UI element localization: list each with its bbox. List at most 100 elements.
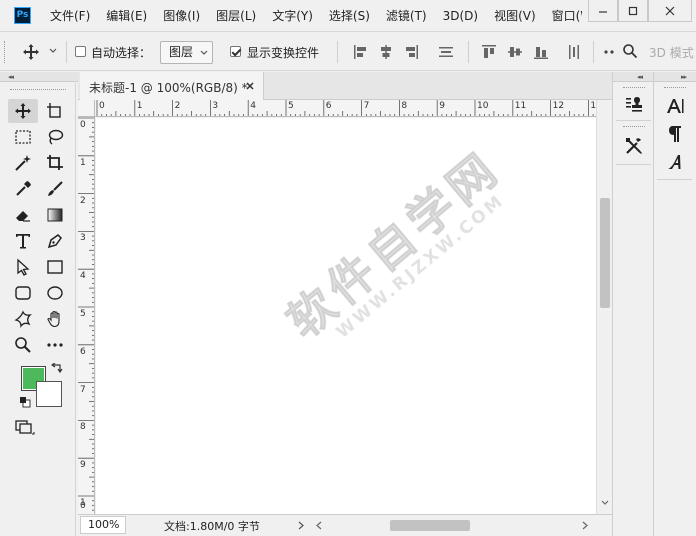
menu-image[interactable]: 图像(I) — [155, 0, 208, 32]
tools-panel-grip[interactable] — [10, 89, 66, 92]
panel-dock-header[interactable]: ◂◂ — [613, 72, 653, 82]
auto-select-target-select[interactable]: 图层 — [160, 41, 213, 64]
divider — [337, 41, 338, 63]
default-colors-icon[interactable] — [19, 396, 31, 408]
background-color-swatch[interactable] — [36, 381, 62, 407]
panel-grip[interactable] — [664, 87, 686, 90]
zoom-tool[interactable] — [8, 333, 38, 357]
horizontal-ruler[interactable]: 012345678910111213 — [95, 100, 596, 117]
tool-presets-button[interactable] — [621, 134, 647, 158]
maximize-button[interactable] — [618, 0, 648, 22]
horizontal-scroll-thumb[interactable] — [390, 520, 470, 531]
pen-tool[interactable] — [40, 229, 70, 253]
crop-tool[interactable] — [40, 151, 70, 175]
menu-file[interactable]: 文件(F) — [42, 0, 98, 32]
collapse-toolbar-icon[interactable]: ◂◂ — [8, 73, 14, 81]
close-window-button[interactable] — [648, 0, 692, 22]
paragraph-panel-button[interactable] — [662, 122, 688, 146]
zoom-level-field[interactable]: 100% — [80, 516, 126, 534]
options-bar: 自动选择： 图层 显示变换控件 3D 模式 — [0, 33, 696, 71]
custom-shape-tool[interactable] — [8, 307, 38, 331]
menu-filter[interactable]: 滤镜(T) — [378, 0, 435, 32]
menu-layer[interactable]: 图层(L) — [208, 0, 264, 32]
options-bar-grip[interactable] — [4, 41, 7, 63]
chevron-right-icon[interactable] — [298, 521, 304, 530]
character-panel-button[interactable] — [662, 94, 688, 118]
vertical-ruler[interactable]: 012345678910 — [78, 117, 95, 514]
more-options-icon[interactable] — [603, 44, 615, 60]
minimize-button[interactable] — [588, 0, 618, 22]
screen-mode-icon[interactable] — [15, 419, 35, 437]
history-panel-button[interactable] — [621, 93, 647, 117]
align-top-icon[interactable] — [481, 44, 497, 60]
menu-3d[interactable]: 3D(D) — [435, 0, 486, 32]
close-tab-icon[interactable] — [244, 80, 256, 92]
glyphs-panel-button[interactable] — [662, 150, 688, 174]
align-horizontal-center-icon[interactable] — [378, 44, 394, 60]
arrow-pointer-icon — [17, 258, 30, 276]
document-canvas[interactable] — [96, 118, 596, 514]
magic-wand-tool[interactable] — [8, 151, 38, 175]
align-right-icon[interactable] — [403, 44, 419, 60]
panel-divider — [616, 120, 651, 121]
ruler-tick-label: 12 — [552, 101, 565, 111]
menu-window[interactable]: 窗口(W) — [544, 0, 582, 32]
gradient-tool[interactable] — [40, 203, 70, 227]
vertical-scroll-thumb[interactable] — [600, 198, 610, 308]
ruler-tick-label: 0 — [99, 101, 105, 111]
eraser-tool[interactable] — [8, 203, 38, 227]
panel-grip[interactable] — [623, 126, 645, 129]
move-tool[interactable] — [8, 99, 38, 123]
align-bottom-icon[interactable] — [533, 44, 549, 60]
rounded-rectangle-tool[interactable] — [8, 281, 38, 305]
eyedropper-tool[interactable] — [8, 177, 38, 201]
search-icon[interactable] — [622, 43, 638, 59]
document-tab-title: 未标题-1 @ 100%(RGB/8) * — [89, 81, 248, 95]
artboard-tool[interactable] — [40, 99, 70, 123]
align-left-icon[interactable] — [353, 44, 369, 60]
rectangle-tool[interactable] — [40, 255, 70, 279]
menu-view[interactable]: 视图(V) — [486, 0, 544, 32]
panel-grip[interactable] — [623, 87, 645, 90]
maximize-icon — [628, 6, 638, 15]
distribute-horizontal-icon[interactable] — [566, 44, 582, 60]
distribute-vertical-icon[interactable] — [438, 44, 454, 60]
panel-dock-1: ◂◂ — [612, 72, 653, 536]
auto-select-checkbox[interactable] — [75, 46, 86, 57]
chevron-down-icon[interactable] — [49, 48, 57, 54]
more-tools-button[interactable] — [40, 333, 70, 357]
chevron-right-icon[interactable] — [582, 521, 588, 530]
photoshop-logo: Ps — [14, 7, 31, 24]
chevron-down-icon[interactable] — [601, 500, 609, 506]
ruler-origin[interactable] — [78, 100, 95, 117]
document-tab[interactable]: 未标题-1 @ 100%(RGB/8) * — [80, 72, 264, 100]
glyphs-icon — [668, 155, 681, 169]
type-tool[interactable] — [8, 229, 38, 253]
move-tool-preset-icon[interactable] — [22, 43, 40, 61]
align-vertical-center-icon[interactable] — [507, 44, 523, 60]
horizontal-scrollbar[interactable] — [312, 516, 596, 534]
show-transform-checkbox[interactable] — [230, 46, 241, 57]
panel-dock-header[interactable]: ▸▸ — [654, 72, 696, 82]
lasso-tool[interactable] — [40, 125, 70, 149]
move-icon — [15, 103, 31, 119]
marquee-tool[interactable] — [8, 125, 38, 149]
ellipse-tool[interactable] — [40, 281, 70, 305]
ruler-tick-label: 11 — [514, 101, 527, 111]
ruler-tick-label: 10 — [477, 101, 489, 111]
hand-tool[interactable] — [40, 307, 70, 331]
ruler-tick-label: 5 — [80, 309, 86, 319]
vertical-scrollbar[interactable] — [596, 100, 612, 514]
tools-crossed-icon — [626, 138, 642, 154]
collapse-panel-icon[interactable]: ▸▸ — [681, 73, 687, 81]
swap-colors-icon[interactable] — [51, 363, 63, 375]
collapse-panel-icon[interactable]: ◂◂ — [637, 73, 643, 81]
toolbar-header[interactable]: ◂◂ — [0, 72, 78, 82]
menu-type[interactable]: 文字(Y) — [264, 0, 321, 32]
menu-items: 文件(F) 编辑(E) 图像(I) 图层(L) 文字(Y) 选择(S) 滤镜(T… — [42, 0, 582, 32]
chevron-left-icon[interactable] — [316, 521, 322, 530]
path-selection-tool[interactable] — [8, 255, 38, 279]
menu-edit[interactable]: 编辑(E) — [98, 0, 155, 32]
brush-tool[interactable] — [40, 177, 70, 201]
menu-select[interactable]: 选择(S) — [321, 0, 378, 32]
